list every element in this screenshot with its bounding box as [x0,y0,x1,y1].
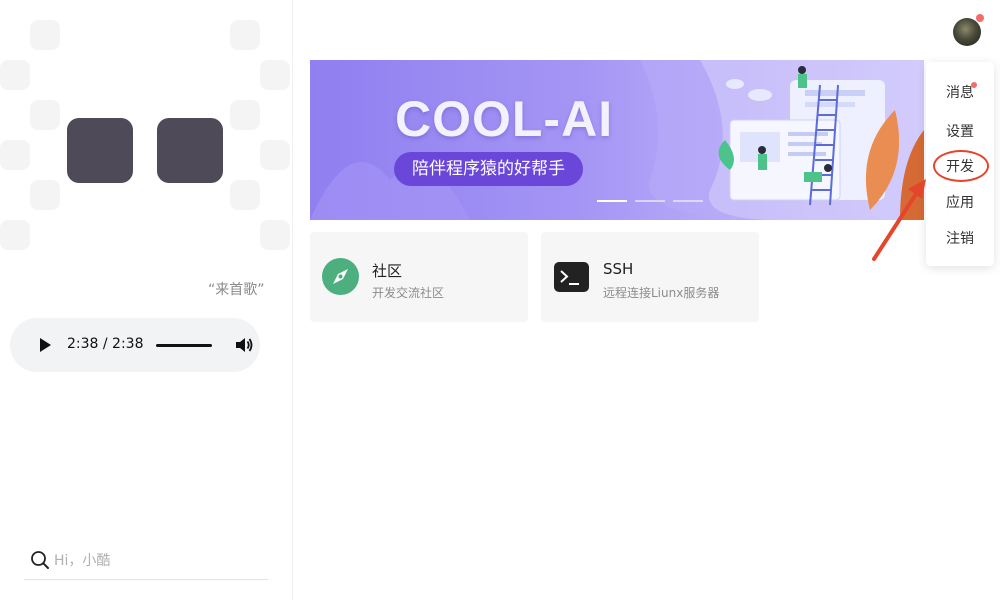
song-prompt: “来首歌” [208,282,265,298]
card-title: SSH [603,260,634,278]
decor-tile [230,180,260,210]
volume-icon[interactable] [234,336,254,354]
mascot-right-eye [157,118,223,183]
decor-tile [260,60,290,90]
banner-title: COOL-AI [395,91,614,147]
decor-tile [260,220,290,250]
decor-tile [230,100,260,130]
mascot-left-eye [67,118,133,183]
time-display: 2:38 / 2:38 [67,336,144,352]
banner-subtitle: 陪伴程序猿的好帮手 [394,152,583,186]
search-bar [24,546,268,580]
menu-item-logout[interactable]: 注销 [946,228,974,248]
audio-player[interactable]: 2:38 / 2:38 [10,318,260,372]
search-icon [31,551,49,569]
search-input[interactable] [54,548,254,574]
annotation-circle [933,150,989,182]
banner-carousel[interactable]: COOL-AI 陪伴程序猿的好帮手 [310,60,924,220]
menu-item-apps[interactable]: 应用 [946,192,974,212]
carousel-dot[interactable] [597,200,627,202]
decor-tile [260,140,290,170]
carousel-dot[interactable] [673,200,703,202]
left-panel: “来首歌” 2:38 / 2:38 [0,0,292,600]
message-badge [971,82,977,88]
menu-item-settings[interactable]: 设置 [946,121,974,141]
carousel-dot[interactable] [635,200,665,202]
annotation-arrow-icon [872,179,926,261]
card-ssh[interactable]: SSH 远程连接Liunx服务器 [541,232,759,322]
play-icon[interactable] [40,338,51,352]
decor-tile [230,20,260,50]
app-root: “来首歌” 2:38 / 2:38 Hi，小酷 COOL-AI 陪伴程序猿的好帮… [0,0,1000,600]
card-description: 远程连接Liunx服务器 [603,286,720,300]
decor-tile [30,20,60,50]
card-title: 社区 [372,262,403,280]
compass-icon [322,258,359,295]
decor-tile [0,140,30,170]
decor-tile [30,100,60,130]
notification-badge [976,14,984,22]
panel-divider [292,0,293,600]
card-community[interactable]: 社区 开发交流社区 [310,232,528,322]
user-avatar[interactable] [953,18,981,46]
decor-tile [30,180,60,210]
decor-tile [0,220,30,250]
progress-slider[interactable] [156,344,212,347]
decor-tile [0,60,30,90]
menu-item-messages[interactable]: 消息 [946,82,974,102]
terminal-icon [554,262,589,292]
card-description: 开发交流社区 [372,286,445,300]
